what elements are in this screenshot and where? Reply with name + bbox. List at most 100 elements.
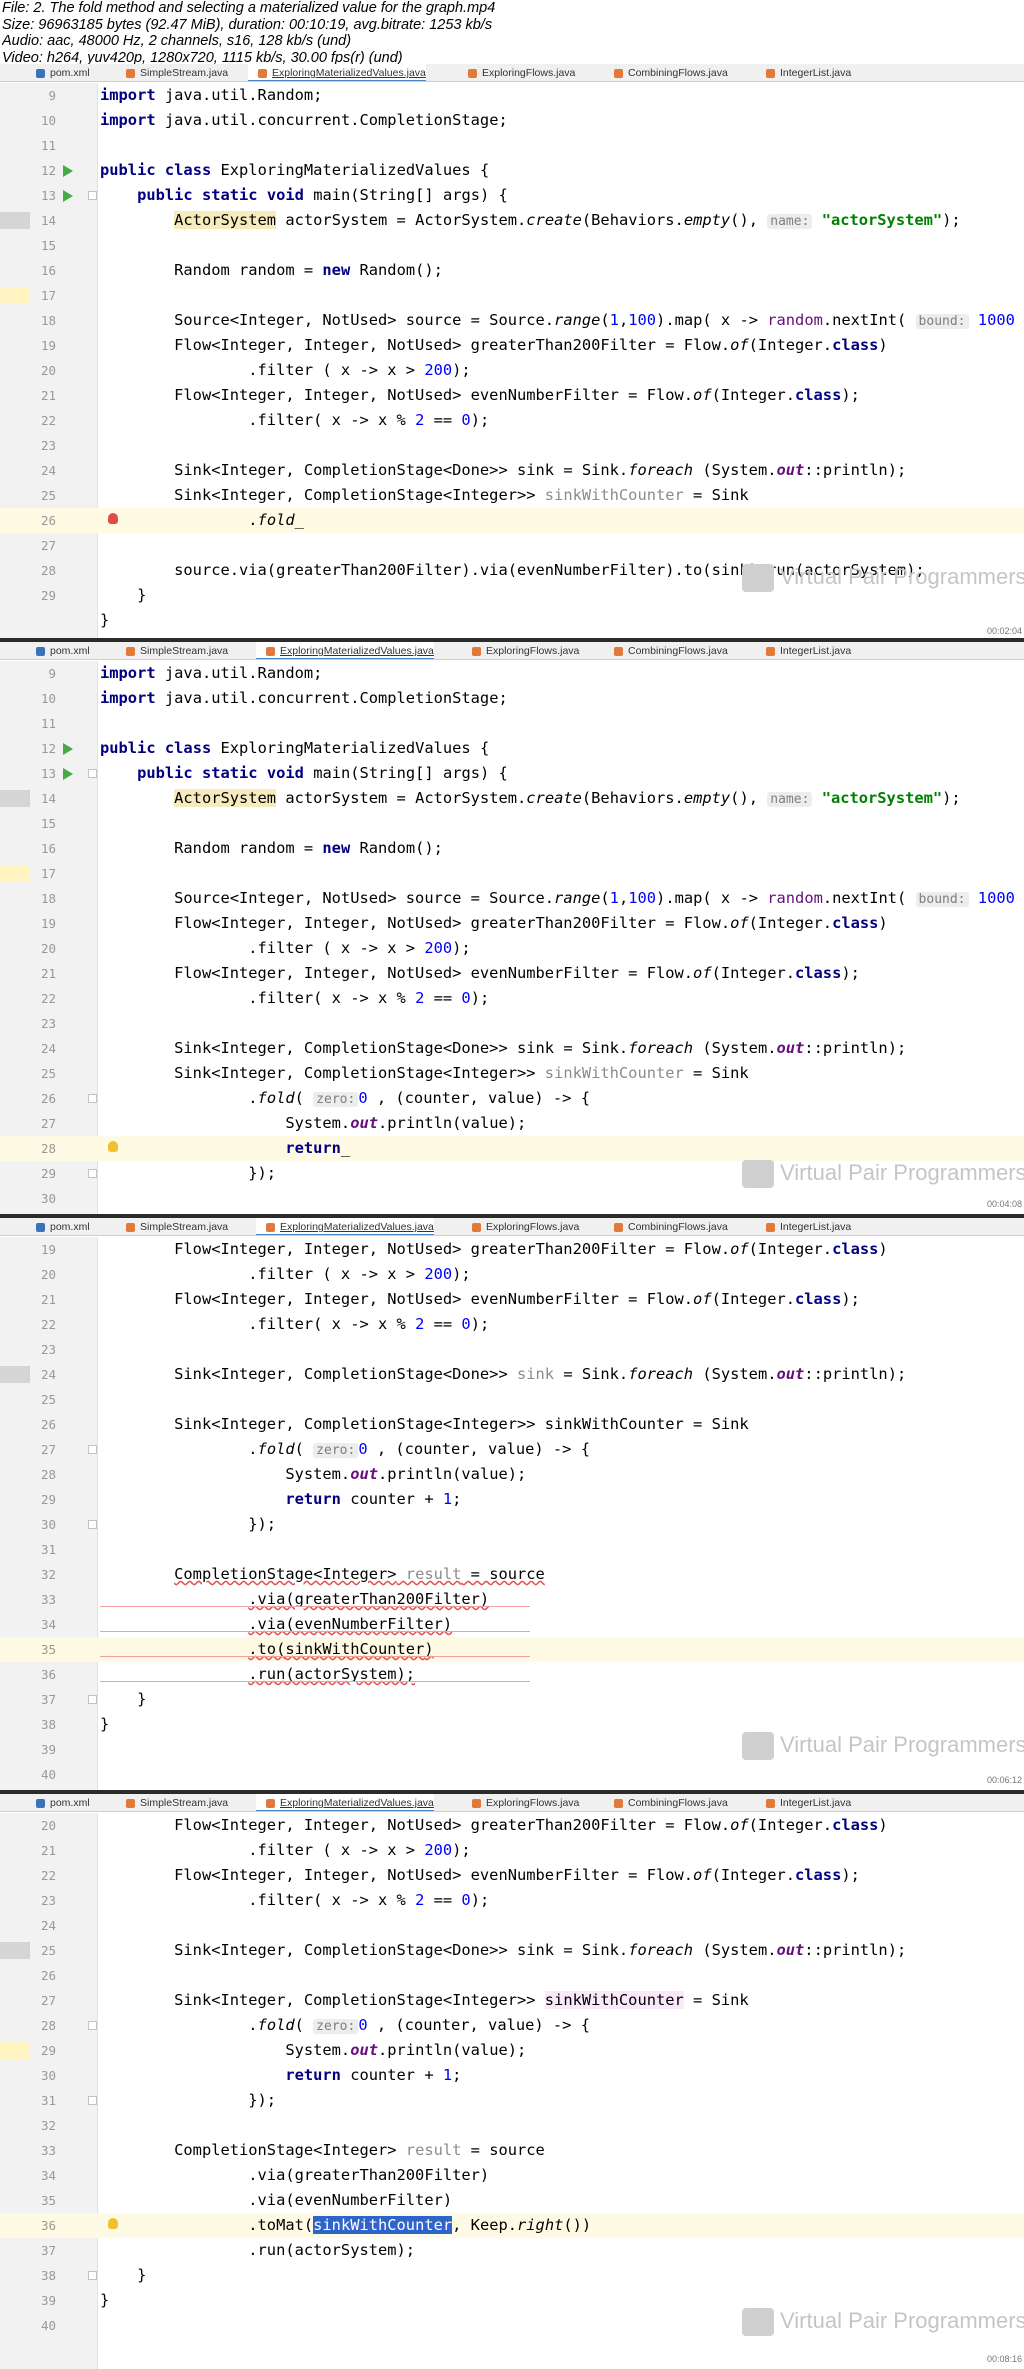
code-line[interactable]: 10 import java.util.concurrent.Completion… bbox=[0, 108, 1024, 133]
code-line[interactable]: 30 bbox=[0, 1186, 1024, 1211]
code-line[interactable]: 27 .fold( zero: 0 , (counter, value) -> { bbox=[0, 1437, 1024, 1462]
tab-exploringmaterializedvalues[interactable]: ExploringMaterializedValues.java bbox=[256, 642, 434, 659]
code-line[interactable]: 24 Sink<Integer, CompletionStage<Done>> … bbox=[0, 1036, 1024, 1061]
code-line[interactable]: 26 Sink<Integer, CompletionStage<Integer… bbox=[0, 1412, 1024, 1437]
code-line[interactable]: 31 bbox=[0, 1537, 1024, 1562]
code-line[interactable]: 19 Flow<Integer, Integer, NotUsed> great… bbox=[0, 911, 1024, 936]
tab-combiningflows[interactable]: CombiningFlows.java bbox=[604, 1218, 728, 1235]
tab-simplestream[interactable]: SimpleStream.java bbox=[116, 1218, 228, 1235]
code-line[interactable]: 38 } bbox=[0, 2263, 1024, 2288]
code-line[interactable]: 10 import java.util.concurrent.Completion… bbox=[0, 686, 1024, 711]
fold-marker-icon[interactable] bbox=[88, 1094, 97, 1103]
code-line-current[interactable]: 26 .fold_ bbox=[0, 508, 1024, 533]
code-line[interactable]: 15 bbox=[0, 233, 1024, 258]
tab-exploringmaterializedvalues[interactable]: ExploringMaterializedValues.java bbox=[256, 1794, 434, 1811]
code-line[interactable]: 26 .fold( zero: 0 , (counter, value) -> { bbox=[0, 1086, 1024, 1111]
tab-combiningflows[interactable]: CombiningFlows.java bbox=[604, 64, 728, 81]
fold-marker-icon[interactable] bbox=[88, 2271, 97, 2280]
code-line[interactable]: 21 .filter ( x -> x > 200); bbox=[0, 1838, 1024, 1863]
code-line[interactable]: 35 .via(evenNumberFilter) bbox=[0, 2188, 1024, 2213]
code-line[interactable]: 22 .filter( x -> x % 2 == 0); bbox=[0, 408, 1024, 433]
run-class-icon[interactable] bbox=[63, 165, 73, 177]
code-line[interactable]: 20 .filter ( x -> x > 200); bbox=[0, 358, 1024, 383]
code-line[interactable]: 9 import java.util.Random; bbox=[0, 83, 1024, 108]
code-line[interactable]: 11 bbox=[0, 133, 1024, 158]
code-line[interactable]: 21 Flow<Integer, Integer, NotUsed> evenN… bbox=[0, 1287, 1024, 1312]
code-line[interactable]: 27 Sink<Integer, CompletionStage<Integer… bbox=[0, 1988, 1024, 2013]
code-line[interactable]: 27 System.out.println(value); bbox=[0, 1111, 1024, 1136]
code-line[interactable]: 17 bbox=[0, 861, 1024, 886]
code-line[interactable]: 30 }); bbox=[0, 1512, 1024, 1537]
code-line[interactable]: 29 return counter + 1; bbox=[0, 1487, 1024, 1512]
code-line[interactable]: 9 import java.util.Random; bbox=[0, 661, 1024, 686]
tab-pom-xml[interactable]: pom.xml bbox=[26, 642, 90, 659]
tab-pom-xml[interactable]: pom.xml bbox=[26, 1218, 90, 1235]
tab-exploringflows[interactable]: ExploringFlows.java bbox=[462, 642, 579, 659]
code-line-current[interactable]: 28 return_ bbox=[0, 1136, 1024, 1161]
tab-combiningflows[interactable]: CombiningFlows.java bbox=[604, 1794, 728, 1811]
code-line[interactable]: 21 Flow<Integer, Integer, NotUsed> evenN… bbox=[0, 383, 1024, 408]
code-line[interactable]: 18 Source<Integer, NotUsed> source = Sou… bbox=[0, 308, 1024, 333]
code-line[interactable]: } bbox=[0, 608, 1024, 633]
code-line[interactable]: 15 bbox=[0, 811, 1024, 836]
tab-simplestream[interactable]: SimpleStream.java bbox=[116, 642, 228, 659]
tab-exploringflows[interactable]: ExploringFlows.java bbox=[458, 64, 575, 81]
tab-pom-xml[interactable]: pom.xml bbox=[26, 1794, 90, 1811]
code-line[interactable]: 16 Random random = new Random(); bbox=[0, 258, 1024, 283]
fold-marker-icon[interactable] bbox=[88, 1169, 97, 1178]
code-line[interactable]: 24 Sink<Integer, CompletionStage<Done>> … bbox=[0, 458, 1024, 483]
fold-marker-icon[interactable] bbox=[88, 2021, 97, 2030]
run-main-icon[interactable] bbox=[63, 190, 73, 202]
code-line[interactable]: 11 bbox=[0, 711, 1024, 736]
code-line[interactable]: 23 .filter( x -> x % 2 == 0); bbox=[0, 1888, 1024, 1913]
code-line[interactable]: 14 ActorSystem actorSystem = ActorSystem… bbox=[0, 208, 1024, 233]
code-line[interactable]: 22 Flow<Integer, Integer, NotUsed> evenN… bbox=[0, 1863, 1024, 1888]
code-line[interactable]: 25 Sink<Integer, CompletionStage<Integer… bbox=[0, 1061, 1024, 1086]
code-line[interactable]: 25 bbox=[0, 1387, 1024, 1412]
code-line[interactable]: 28 .fold( zero: 0 , (counter, value) -> { bbox=[0, 2013, 1024, 2038]
code-line[interactable]: 32 bbox=[0, 2113, 1024, 2138]
code-line[interactable]: 18 Source<Integer, NotUsed> source = Sou… bbox=[0, 886, 1024, 911]
tab-exploringmaterializedvalues[interactable]: ExploringMaterializedValues.java bbox=[248, 64, 426, 81]
run-main-icon[interactable] bbox=[63, 768, 73, 780]
code-line[interactable]: 23 bbox=[0, 433, 1024, 458]
code-line[interactable]: 20 .filter ( x -> x > 200); bbox=[0, 936, 1024, 961]
tab-integerlist[interactable]: IntegerList.java bbox=[756, 1218, 851, 1235]
code-line[interactable]: 23 bbox=[0, 1337, 1024, 1362]
code-line-current[interactable]: 35 .to(sinkWithCounter) bbox=[0, 1637, 1024, 1662]
code-line[interactable]: 26 bbox=[0, 1963, 1024, 1988]
tab-integerlist[interactable]: IntegerList.java bbox=[756, 642, 851, 659]
tab-exploringmaterializedvalues[interactable]: ExploringMaterializedValues.java bbox=[256, 1218, 434, 1235]
code-line[interactable]: 17 bbox=[0, 283, 1024, 308]
tab-combiningflows[interactable]: CombiningFlows.java bbox=[604, 642, 728, 659]
code-line[interactable]: 33 .via(greaterThan200Filter) bbox=[0, 1587, 1024, 1612]
code-line[interactable]: 22 .filter( x -> x % 2 == 0); bbox=[0, 986, 1024, 1011]
code-line[interactable]: 16 Random random = new Random(); bbox=[0, 836, 1024, 861]
code-line[interactable]: 21 Flow<Integer, Integer, NotUsed> evenN… bbox=[0, 961, 1024, 986]
code-line[interactable]: 30 return counter + 1; bbox=[0, 2063, 1024, 2088]
tab-integerlist[interactable]: IntegerList.java bbox=[756, 64, 851, 81]
fold-marker-icon[interactable] bbox=[88, 769, 97, 778]
tab-simplestream[interactable]: SimpleStream.java bbox=[116, 64, 228, 81]
code-line[interactable]: 12 public class ExploringMaterializedValu… bbox=[0, 736, 1024, 761]
tab-exploringflows[interactable]: ExploringFlows.java bbox=[462, 1218, 579, 1235]
fold-marker-icon[interactable] bbox=[88, 1445, 97, 1454]
code-line[interactable]: 19 Flow<Integer, Integer, NotUsed> great… bbox=[0, 1237, 1024, 1262]
code-line[interactable]: 27 bbox=[0, 533, 1024, 558]
code-line[interactable]: 32 CompletionStage<Integer> result = sou… bbox=[0, 1562, 1024, 1587]
code-line[interactable]: 24 bbox=[0, 1913, 1024, 1938]
tab-integerlist[interactable]: IntegerList.java bbox=[756, 1794, 851, 1811]
code-line[interactable]: 34 .via(greaterThan200Filter) bbox=[0, 2163, 1024, 2188]
code-line[interactable]: 23 bbox=[0, 1011, 1024, 1036]
fold-marker-icon[interactable] bbox=[88, 2096, 97, 2105]
code-line[interactable]: 24 Sink<Integer, CompletionStage<Done>> … bbox=[0, 1362, 1024, 1387]
code-line[interactable]: 28 System.out.println(value); bbox=[0, 1462, 1024, 1487]
code-line[interactable]: 20 .filter ( x -> x > 200); bbox=[0, 1262, 1024, 1287]
tab-simplestream[interactable]: SimpleStream.java bbox=[116, 1794, 228, 1811]
code-line-current[interactable]: 36 .toMat(sinkWithCounter, Keep.right()) bbox=[0, 2213, 1024, 2238]
code-line[interactable]: 13 public static void main(String[] args… bbox=[0, 183, 1024, 208]
code-line[interactable]: 25 Sink<Integer, CompletionStage<Done>> … bbox=[0, 1938, 1024, 1963]
code-line[interactable]: 13 public static void main(String[] args… bbox=[0, 761, 1024, 786]
code-line[interactable]: 36 .run(actorSystem); bbox=[0, 1662, 1024, 1687]
tab-pom-xml[interactable]: pom.xml bbox=[26, 64, 90, 81]
